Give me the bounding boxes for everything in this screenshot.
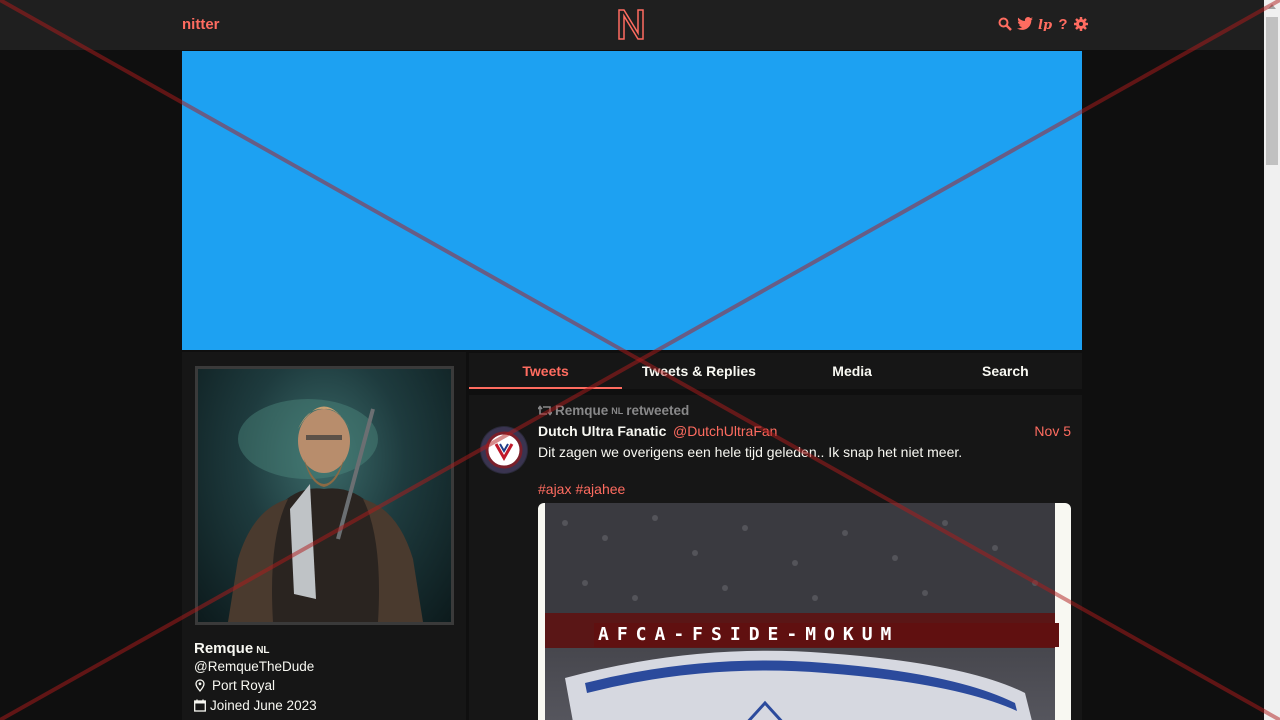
photo-banner-text: AFCA-FSIDE-MOKUM [594,623,1059,647]
profile-tabs: Tweets Tweets & Replies Media Search [469,353,1082,389]
scroll-thumb[interactable] [1266,17,1278,165]
search-icon[interactable] [998,16,1012,32]
tab-media[interactable]: Media [776,353,929,389]
tab-tweets[interactable]: Tweets [469,353,623,389]
nav-icons: lp ? [998,16,1088,33]
settings-icon[interactable] [1074,16,1088,32]
profile-avatar[interactable] [195,366,454,625]
nitter-logo-icon[interactable] [617,8,645,41]
retweet-by: Remque [555,403,609,418]
location-pin-icon [195,679,205,692]
scrollbar[interactable] [1264,0,1280,720]
tweet-date[interactable]: Nov 5 [1034,423,1071,439]
hashtag-link[interactable]: #ajahee [575,481,625,497]
tab-tweets-and-replies[interactable]: Tweets & Replies [622,353,775,389]
retweet-suffix: retweeted [626,403,690,418]
navbar: nitter lp ? [0,0,1264,50]
tweet-text: Dit zagen we overigens een hele tijd gel… [538,444,963,460]
scroll-up-arrow-icon[interactable] [1268,4,1276,9]
tab-search[interactable]: Search [929,353,1082,389]
svg-text:lp: lp [1038,18,1052,31]
retweet-icon [538,405,552,416]
rss-icon[interactable]: lp [1038,16,1052,32]
timeline: Remque NL retweeted Dutch Ultra Fanatic … [469,395,1082,720]
profile-location: Port Royal [194,678,275,693]
profile-joined-text: Joined June 2023 [210,698,317,713]
brand-link[interactable]: nitter [182,16,220,33]
profile-joined: Joined June 2023 [194,698,317,713]
tweet-media-image[interactable]: AFCA-FSIDE-MOKUM [538,503,1071,720]
profile-username[interactable]: @RemqueTheDude [194,659,314,674]
profile-flag: NL [256,645,270,656]
tweet-avatar-image [481,427,527,473]
tweet-author-fullname[interactable]: Dutch Ultra Fanatic [538,423,666,439]
retweet-header: Remque NL retweeted [538,403,689,418]
hashtag-link[interactable]: #ajax [538,481,571,497]
retweet-flag: NL [611,405,624,416]
profile-fullname-text: Remque [194,640,254,657]
calendar-icon [194,699,206,712]
tweet-avatar[interactable] [480,426,528,474]
crowd-photo [545,503,1055,720]
tweet-author-username[interactable]: @DutchUltraFan [673,423,777,439]
profile-card: Remque NL @RemqueTheDude Port Royal Joine… [182,352,466,720]
profile-location-text: Port Royal [212,678,276,693]
profile-fullname[interactable]: Remque NL [194,640,270,657]
help-icon[interactable]: ? [1056,16,1070,33]
profile-banner[interactable] [182,51,1082,350]
tweet-photo [545,503,1055,720]
avatar-image [228,399,423,622]
twitter-bird-icon[interactable] [1016,16,1034,32]
tweet-hashtags: #ajax #ajahee [538,481,625,497]
